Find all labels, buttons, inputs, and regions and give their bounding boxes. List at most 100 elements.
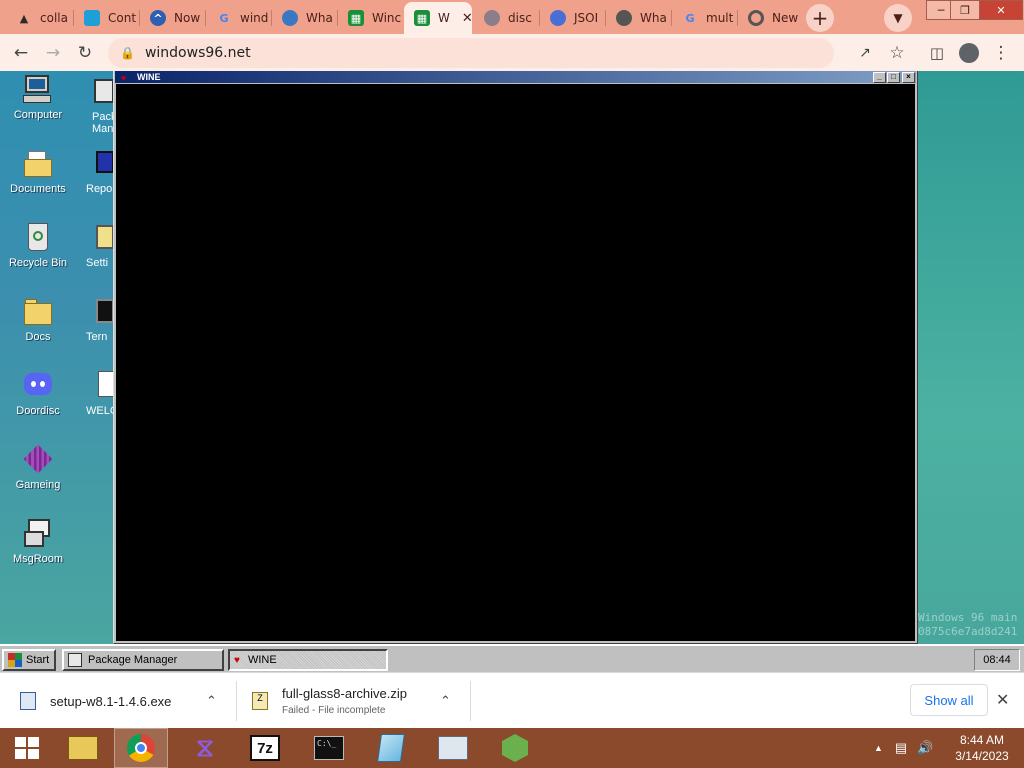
taskbar-button-wine[interactable]: ♥ WINE [228,649,388,671]
cube-icon [22,443,54,475]
wine-titlebar[interactable]: ♥ WINE _ □ × [115,71,916,83]
desktop-icon-welcome[interactable]: WELC [86,369,116,417]
taskbar-file-explorer[interactable] [56,728,110,768]
desktop-icon-settings[interactable]: Setti [86,221,116,269]
close-download-shelf-icon[interactable]: ✕ [996,690,1009,709]
tab-w-active[interactable]: ▦ W ✕ [404,2,472,34]
taskbar-command-prompt[interactable]: C:\_ [302,728,356,768]
tab-winc[interactable]: ▦ Winc [338,4,402,32]
download-item-setup[interactable]: setup-w8.1-1.4.6.exe ⌃ [20,679,230,723]
desktop-icon-recycle-bin[interactable]: Recycle Bin [0,221,76,269]
upload-icon: ▲ [19,11,29,25]
taskbar-clock[interactable]: 8:44 AM 3/14/2023 [950,732,1014,764]
desktop-icon-gameing[interactable]: Gameing [0,443,76,491]
taskbar-chrome[interactable] [114,728,168,768]
desktop-icon-msgroom[interactable]: MsgRoom [0,517,76,565]
wine-maximize-button[interactable]: □ [887,72,900,83]
chevron-up-icon[interactable]: ⌃ [206,693,217,709]
repository-icon [86,147,114,179]
tab-wind[interactable]: G wind [206,4,270,32]
lock-icon: 🔒 [120,46,135,60]
terminal-icon [86,295,114,327]
desktop-icon-documents[interactable]: Documents [0,147,76,195]
folder-icon [22,295,54,327]
tab-json[interactable]: JSOI [540,4,604,32]
documents-folder-icon [22,147,54,179]
browser-menu-icon[interactable]: ⋮ [988,40,1014,66]
browser-toolbar: ← → ↻ 🔒 windows96.net ↗ ☆ ◫ ⋮ [0,34,1024,71]
chevron-up-icon[interactable]: ⌃ [440,693,451,709]
tab-wha-2[interactable]: Wha [606,4,670,32]
side-panel-icon[interactable]: ◫ [924,40,950,66]
win96-clock: 08:44 [974,649,1020,671]
network-icon[interactable]: ▤ [895,740,907,756]
taskbar-7zip[interactable]: 7z [238,728,292,768]
share-icon[interactable]: ↗ [852,40,878,66]
welcome-icon [86,369,114,401]
wine-window[interactable]: ♥ WINE _ □ × [113,71,918,644]
show-all-downloads-button[interactable]: Show all [910,684,988,716]
desktop-icon-repository[interactable]: Repo [86,147,116,195]
taskbar-android-studio[interactable] [488,728,542,768]
json-icon [550,10,566,26]
win96-desktop: Computer Documents Recycle Bin Docs Door… [0,71,1024,644]
package-manager-icon [68,653,82,667]
tab-new[interactable]: New [738,4,802,32]
tab-colla[interactable]: ▲ colla [6,4,70,32]
bookmark-star-icon[interactable]: ☆ [884,40,910,66]
profile-avatar-icon[interactable] [956,40,982,66]
globe-icon [282,10,298,26]
volume-icon[interactable]: 🔊 [917,740,933,756]
new-tab-button[interactable]: + [806,4,834,32]
desktop-icon-terminal[interactable]: Tern [86,295,116,343]
taskbar-control-panel[interactable] [426,728,480,768]
taskbar-visual-studio[interactable]: ⧖ [178,728,232,768]
globe-icon [616,10,632,26]
windows-start-button[interactable] [0,728,54,768]
android-studio-icon [502,734,528,762]
back-button[interactable]: ← [8,40,34,66]
control-panel-icon [438,736,468,760]
reload-button[interactable]: ↻ [72,40,98,66]
wine-minimize-button[interactable]: _ [873,72,886,83]
taskbar-button-package-manager[interactable]: Package Manager [62,649,224,671]
windows-logo-icon [15,737,39,759]
computer-icon [22,73,54,105]
tab-label: disc [508,11,532,25]
tab-label: Winc [372,11,402,25]
tab-search-button[interactable]: ▼ [884,4,912,32]
download-filename: setup-w8.1-1.4.6.exe [50,693,172,709]
wine-glass-icon: ♥ [121,73,127,83]
clock-time: 8:44 AM [959,733,1005,747]
address-bar[interactable]: 🔒 windows96.net [108,38,834,68]
download-status: Failed - File incomplete [282,705,386,716]
show-hidden-icons-icon[interactable]: ▲ [874,743,883,753]
start-button[interactable]: Start [2,649,56,671]
tab-cont[interactable]: Cont [74,4,138,32]
tab-now[interactable]: ^ Now [140,4,204,32]
visual-studio-icon: ⧖ [195,732,215,762]
tab-disc[interactable]: disc [474,4,538,32]
desktop-icon-package-manager[interactable]: Pack Man [86,75,116,135]
tab-wha[interactable]: Wha [272,4,336,32]
wine-close-button[interactable]: × [902,72,915,83]
window-close-button[interactable]: ✕ [979,0,1023,20]
tab-label: JSOI [574,11,599,25]
download-item-archive[interactable]: Z full-glass8-archive.zip Failed - File … [252,679,462,723]
desktop-icon-doordisc[interactable]: Doordisc [0,369,76,417]
close-tab-icon[interactable]: ✕ [462,11,472,26]
recycle-bin-icon [22,221,54,253]
wine-title-text: WINE [137,72,161,82]
download-shelf: setup-w8.1-1.4.6.exe ⌃ Z full-glass8-arc… [0,672,1024,728]
desktop-icon-docs[interactable]: Docs [0,295,76,343]
desktop-icon-computer[interactable]: Computer [0,73,76,121]
settings-icon [86,221,114,253]
windows-taskbar: ⧖ 7z C:\_ ▲ ▤ 🔊 8:44 AM 3/14/2023 [0,728,1024,768]
tab-label: mult [706,11,734,25]
forward-button[interactable]: → [40,40,66,66]
tab-mult[interactable]: G mult [672,4,736,32]
window-restore-button[interactable]: ❐ [950,0,980,20]
wine-content-area[interactable] [116,84,915,641]
chrome-icon [127,734,155,762]
taskbar-notepad[interactable] [364,728,418,768]
